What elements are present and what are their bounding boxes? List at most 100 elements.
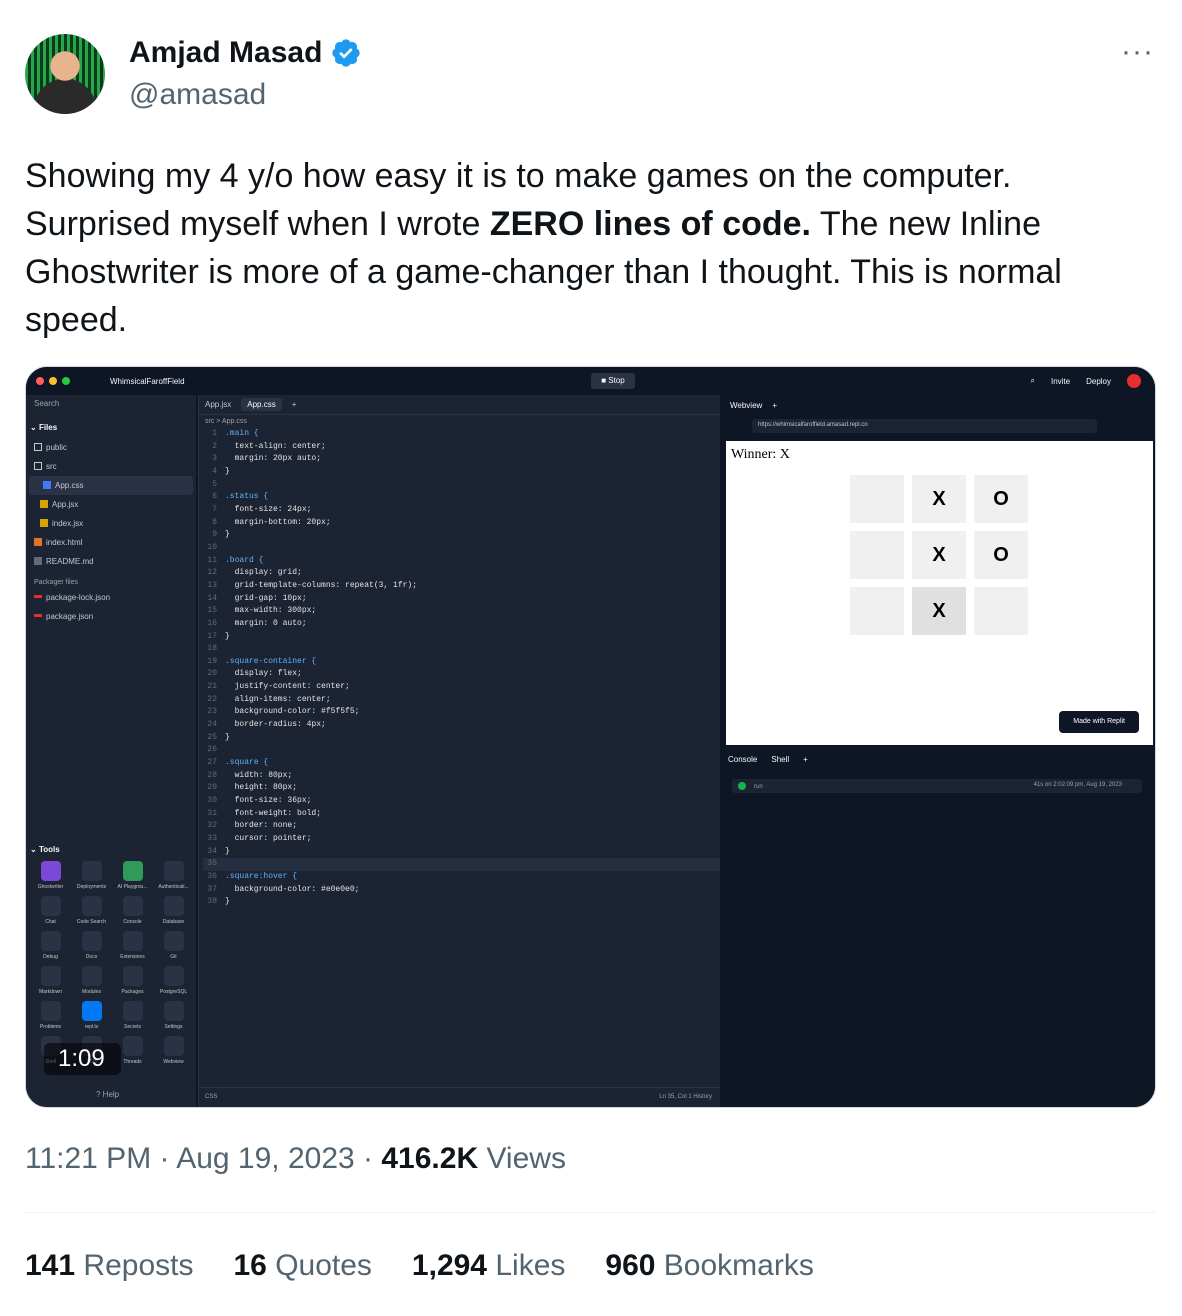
- minimize-dot-icon: [49, 377, 57, 385]
- engagement-stats: 141 Reposts 16 Quotes 1,294 Likes 960 Bo…: [25, 1249, 814, 1283]
- file-name: App.css: [55, 481, 84, 490]
- editor-footer: CSS Ln 35, Col 1 History: [199, 1087, 720, 1107]
- tool-icon: [40, 861, 61, 881]
- tool-icon: [40, 896, 61, 916]
- search-icon: ⌕: [1030, 376, 1035, 385]
- more-options-icon[interactable]: ···: [1121, 37, 1154, 67]
- code-line: 22 align-items: center;: [203, 694, 720, 707]
- file-item: index.jsx: [26, 514, 196, 533]
- tool-item: Secrets: [112, 1001, 153, 1030]
- tweet-text: Showing my 4 y/o how easy it is to make …: [25, 152, 1145, 344]
- stop-button: ■ Stop: [591, 373, 635, 389]
- tweet-text-bold: ZERO lines of code.: [489, 205, 812, 243]
- code-line: 23 background-color: #f5f5f5;: [203, 706, 720, 719]
- tool-icon: [122, 931, 143, 951]
- reposts-count: 141: [25, 1249, 76, 1282]
- code-line: 27 .square {: [203, 757, 720, 770]
- tool-icon: [81, 931, 102, 951]
- stop-label: Stop: [608, 376, 625, 385]
- tool-label: PostgreSQL: [159, 989, 188, 995]
- tool-item: Ghostwriter: [30, 861, 71, 890]
- tab-console: Console: [728, 755, 758, 764]
- file-item: src: [26, 457, 196, 476]
- tool-icon: [40, 966, 61, 986]
- tool-item: Console: [112, 896, 153, 925]
- author-name-text[interactable]: Amjad Masad: [129, 36, 322, 70]
- bookmarks-stat[interactable]: 960 Bookmarks: [605, 1249, 813, 1283]
- line-number: 6: [212, 492, 217, 502]
- file-item: index.html: [26, 533, 196, 552]
- line-number: 8: [212, 517, 217, 527]
- reposts-label: Reposts: [83, 1249, 194, 1282]
- run-status-icon: [738, 782, 746, 790]
- code-line: 2 text-align: center;: [203, 441, 720, 454]
- line-number: 4: [212, 466, 217, 476]
- editor-tabs: App.jsx App.css +: [199, 395, 720, 415]
- window-controls: [36, 377, 70, 385]
- tic-tac-toe-board: X O X O X: [850, 475, 1028, 635]
- tool-label: Authenticati...: [158, 884, 189, 890]
- code-line: 33 cursor: pointer;: [203, 833, 720, 846]
- run-label: run: [754, 784, 763, 790]
- author-avatar[interactable]: [25, 34, 105, 114]
- tweet-time[interactable]: 11:21 PM: [25, 1142, 151, 1175]
- line-number: 28: [207, 770, 217, 780]
- tool-item: Deployments: [71, 861, 112, 890]
- code-text: background-color: #e0e0e0;: [225, 884, 360, 894]
- line-number: 16: [207, 618, 217, 628]
- code-text: .main {: [225, 429, 259, 438]
- file-name: package-lock.json: [46, 593, 111, 602]
- likes-stat[interactable]: 1,294 Likes: [412, 1249, 565, 1283]
- file-item: README.md: [26, 552, 196, 571]
- line-number: 30: [207, 796, 217, 806]
- code-line: 38}: [203, 896, 720, 909]
- file-name: package.json: [46, 612, 94, 621]
- tool-item: Webview: [153, 1036, 194, 1065]
- tools-grid: Ghostwriter Deployments AI Playgrou... Auth…: [30, 861, 194, 1065]
- json-file-icon: [34, 614, 42, 617]
- add-tab-icon: +: [803, 755, 808, 764]
- folder-icon: [34, 462, 42, 470]
- ide-sidebar: Search ⌄ Files public src App.css App.js…: [26, 395, 196, 1107]
- code-line: 15 max-width: 300px;: [203, 605, 720, 618]
- code-text: display: flex;: [225, 669, 302, 679]
- line-number: 25: [207, 732, 217, 742]
- line-number: 36: [207, 871, 217, 881]
- tab-shell: Shell: [771, 755, 790, 764]
- reposts-stat[interactable]: 141 Reposts: [25, 1249, 193, 1283]
- code-text: display: grid;: [225, 568, 302, 578]
- tool-icon: [81, 896, 102, 916]
- code-text: border: none;: [225, 821, 298, 831]
- author-handle[interactable]: @amasad: [129, 78, 266, 112]
- user-avatar: [1127, 374, 1141, 388]
- line-number: 17: [207, 631, 217, 641]
- line-number: 12: [207, 568, 217, 578]
- run-timestamp: 41s on 2:02:09 pm, Aug 19, 2023: [1033, 782, 1122, 788]
- game-status: Winner: X: [731, 447, 790, 462]
- tool-label: Secrets: [124, 1024, 141, 1030]
- file-name: public: [46, 443, 67, 452]
- tool-item: Authenticati...: [153, 861, 194, 890]
- tweet-video[interactable]: WhimsicalFaroffField ■ Stop ⌕ Invite Dep…: [25, 366, 1156, 1108]
- code-line: 20 display: flex;: [203, 668, 720, 681]
- file-name: README.md: [46, 557, 94, 566]
- quotes-stat[interactable]: 16 Quotes: [233, 1249, 371, 1283]
- line-number: 1: [212, 429, 217, 438]
- video-duration: 1:09: [44, 1043, 121, 1075]
- tool-label: Debug: [43, 954, 58, 960]
- file-item: App.css: [29, 476, 193, 495]
- author-name[interactable]: Amjad Masad: [129, 36, 362, 70]
- code-text: font-weight: bold;: [225, 808, 322, 818]
- tool-icon: [81, 966, 102, 986]
- code-line: 13 grid-template-columns: repeat(3, 1fr)…: [203, 580, 720, 593]
- code-line: 11 .board {: [203, 555, 720, 568]
- line-number: 18: [207, 644, 217, 654]
- line-number: 10: [207, 542, 217, 552]
- verified-badge-icon: [332, 39, 361, 67]
- tool-item: PostgreSQL: [153, 966, 194, 995]
- views-label: Views: [486, 1142, 566, 1175]
- tool-item: Markdown: [30, 966, 71, 995]
- tweet-date[interactable]: Aug 19, 2023: [176, 1142, 355, 1175]
- tool-label: Chat: [45, 919, 56, 925]
- line-number: 5: [212, 479, 217, 489]
